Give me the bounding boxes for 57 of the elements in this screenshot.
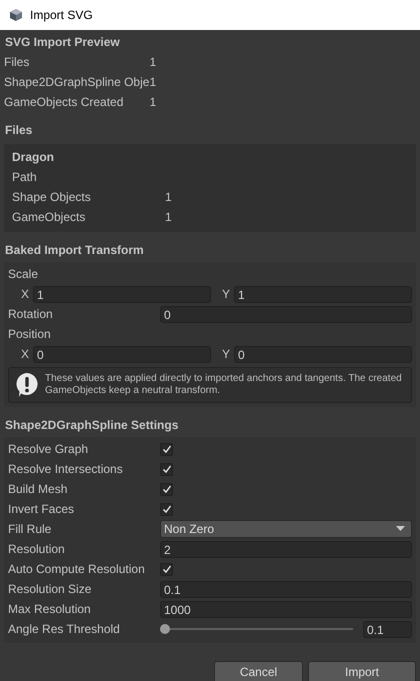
slider-thumb[interactable]	[160, 624, 170, 634]
help-text: These values are applied directly to imported anchors and tangents. The created GameObjects keep a neutral transform.	[45, 373, 403, 397]
axis-label: X	[20, 347, 30, 361]
field-label: Rotation	[8, 307, 54, 321]
input-field[interactable]: 0	[33, 346, 211, 362]
section-heading: Baked Import Transform	[4, 242, 145, 259]
field-value: 1	[149, 94, 158, 111]
section-heading: Shape2DGraphSpline Settings	[4, 417, 180, 434]
field-label: Resolution	[8, 542, 66, 556]
field-label: Files	[4, 54, 30, 71]
field-label: Resolve Intersections	[8, 462, 124, 476]
input-field[interactable]: 0.1	[363, 620, 412, 638]
section-heading: SVG Import Preview	[4, 34, 121, 51]
window-title: Import SVG	[30, 8, 93, 22]
checkbox[interactable]	[160, 442, 173, 456]
axis-label: Y	[220, 347, 231, 361]
field-label: Auto Compute Resolution	[8, 562, 146, 576]
axis-label: Y	[220, 287, 231, 301]
field-label: GameObjects Created	[4, 94, 124, 111]
info-icon	[15, 372, 39, 398]
file-name: Dragon	[12, 150, 54, 164]
field-label: Shape2DGraphSpline Obje	[4, 74, 150, 91]
field-value: 1	[165, 210, 172, 224]
field-value: 1	[165, 190, 172, 204]
field-label: Resolve Graph	[8, 442, 90, 456]
input-field[interactable]: 1000	[160, 600, 412, 618]
axis-label: X	[20, 287, 30, 301]
input-field[interactable]: 1	[33, 286, 211, 302]
input-field[interactable]: 0	[234, 346, 412, 362]
dropdown[interactable]: Non Zero	[160, 520, 412, 538]
slider-track[interactable]	[160, 624, 353, 634]
import-button[interactable]: Import	[308, 661, 416, 681]
field-label: Position	[8, 327, 51, 341]
field-label: Invert Faces	[8, 502, 76, 516]
field-label: GameObjects	[12, 210, 86, 224]
field-value: 1	[149, 54, 158, 71]
section-heading: Files	[4, 122, 34, 139]
checkbox[interactable]	[160, 462, 173, 476]
field-label: Max Resolution	[8, 602, 92, 616]
field-label: Build Mesh	[8, 482, 68, 496]
field-label: Shape Objects	[12, 190, 92, 204]
file-type: Path	[12, 170, 37, 184]
cube-icon	[9, 8, 23, 22]
input-field[interactable]: 2	[160, 540, 412, 558]
field-label: Angle Res Threshold	[8, 622, 121, 636]
checkbox[interactable]	[160, 502, 173, 516]
cancel-button[interactable]: Cancel	[214, 661, 303, 681]
input-field[interactable]: 0	[160, 306, 412, 322]
field-label: Resolution Size	[8, 582, 92, 596]
checkbox[interactable]	[160, 562, 173, 576]
field-value: 1	[149, 74, 158, 91]
field-label: Scale	[8, 267, 38, 281]
input-field[interactable]: 0.1	[160, 580, 412, 598]
field-label: Fill Rule	[8, 522, 52, 536]
caret-icon	[396, 526, 405, 532]
input-field[interactable]: 1	[234, 286, 412, 302]
checkbox[interactable]	[160, 482, 173, 496]
